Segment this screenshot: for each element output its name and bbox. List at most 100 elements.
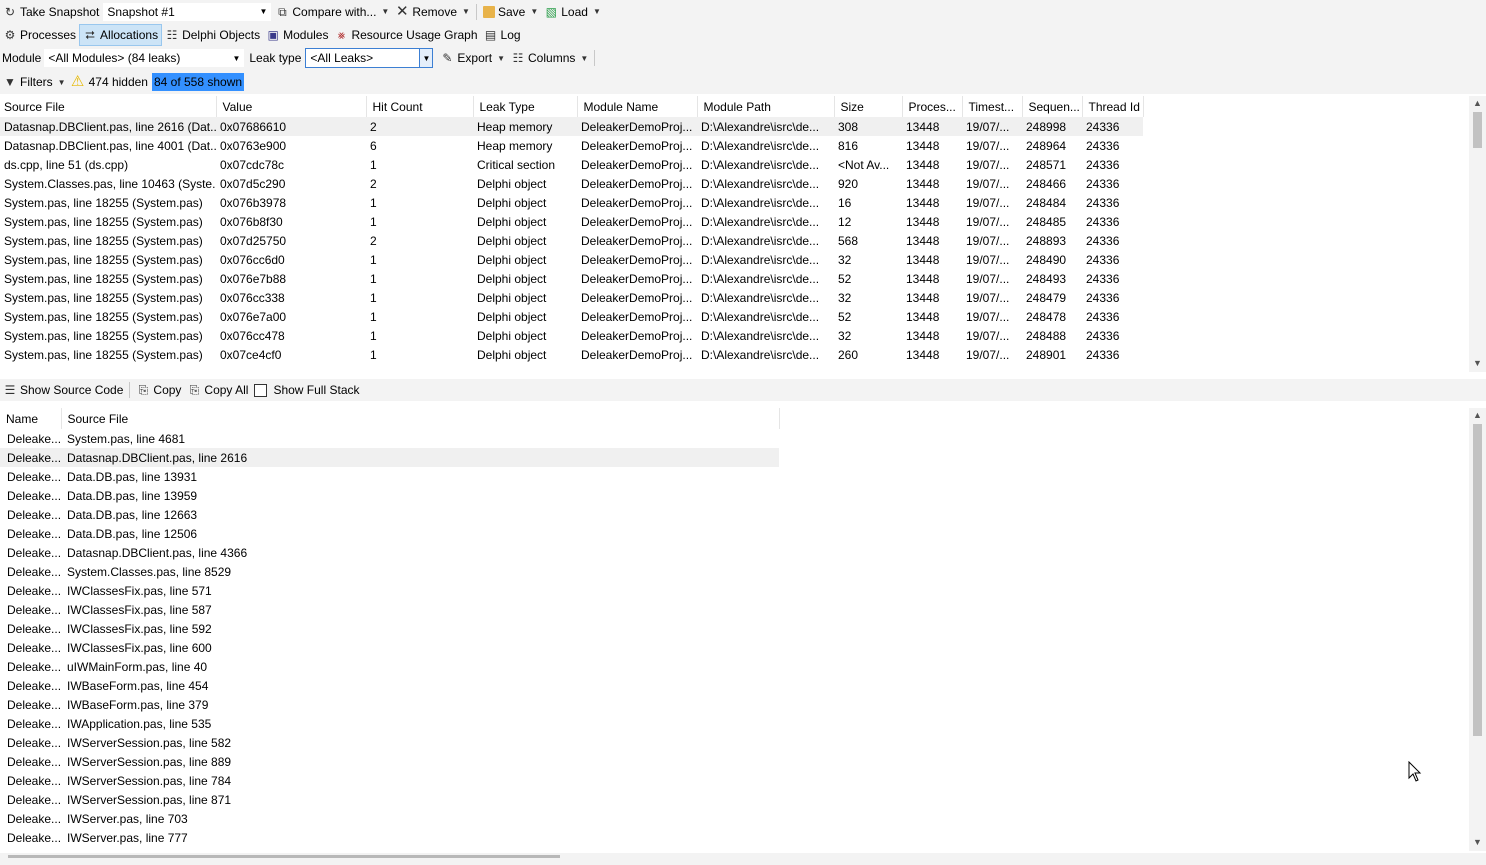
table-row[interactable]: Datasnap.DBClient.pas, line 2616 (Dat...… [0, 117, 1143, 136]
columns-label: Columns [528, 51, 576, 65]
scrollbar-thumb[interactable] [1473, 424, 1482, 736]
column-header-timestamp[interactable]: Timest... [962, 96, 1023, 117]
table-row[interactable]: System.pas, line 18255 (System.pas) 0x07c… [0, 345, 1143, 364]
table-row[interactable]: System.pas, line 18255 (System.pas) 0x07d… [0, 231, 1143, 250]
leaks-scrollbar[interactable]: ▲ ▼ [1469, 96, 1486, 372]
list-item[interactable]: Deleake... IWClassesFix.pas, line 592 [0, 619, 779, 638]
remove-button[interactable]: ✕ Remove ▼ [392, 2, 473, 22]
stack-scrollbar[interactable]: ▲ ▼ [1469, 408, 1486, 851]
save-button[interactable]: Save ▼ [480, 2, 541, 22]
tab-log[interactable]: ▤ Log [481, 25, 524, 45]
scrollbar-thumb[interactable] [1473, 112, 1482, 148]
list-item[interactable]: Deleake... Datasnap.DBClient.pas, line 26… [0, 448, 779, 467]
take-snapshot-button[interactable]: ↻ Take Snapshot [0, 2, 102, 22]
horizontal-scrollbar[interactable] [0, 853, 1486, 865]
table-cell: 24336 [1086, 233, 1120, 248]
stack-frame-name: Deleake... [7, 754, 61, 769]
column-header-source-file[interactable]: Source File [61, 408, 780, 429]
column-header-value[interactable]: Value [216, 96, 367, 117]
list-item[interactable]: Deleake... Data.DB.pas, line 13959 [0, 486, 779, 505]
show-source-code-button[interactable]: ☰ Show Source Code [0, 380, 126, 400]
column-header-module-name[interactable]: Module Name [577, 96, 698, 117]
table-cell: DeleakerDemoProj... [581, 157, 693, 172]
table-row[interactable]: System.pas, line 18255 (System.pas) 0x076… [0, 307, 1143, 326]
column-header-source-file[interactable]: Source File [0, 96, 217, 117]
snapshot-select[interactable]: Snapshot #1 ▼ [102, 1, 273, 22]
scroll-down-icon[interactable]: ▼ [1469, 837, 1486, 851]
columns-button[interactable]: ☷ Columns ▼ [508, 48, 591, 68]
scroll-up-icon[interactable]: ▲ [1469, 98, 1486, 112]
column-header-leak-type[interactable]: Leak Type [473, 96, 578, 117]
list-item[interactable]: Deleake... System.pas, line 4681 [0, 429, 779, 448]
copy-all-button[interactable]: ⎘ Copy All [184, 380, 251, 400]
table-row[interactable]: System.Classes.pas, line 10463 (Syste...… [0, 174, 1143, 193]
copy-button[interactable]: ⎘ Copy [133, 380, 184, 400]
list-item[interactable]: Deleake... IWServer.pas, line 777 [0, 828, 779, 847]
list-item[interactable]: Deleake... Datasnap.DBClient.pas, line 43… [0, 543, 779, 562]
column-header-size[interactable]: Size [834, 96, 903, 117]
table-cell: 19/07/... [966, 290, 1010, 305]
column-header-process[interactable]: Proces... [902, 96, 963, 117]
list-item[interactable]: Deleake... System.Classes.pas, line 8529 [0, 562, 779, 581]
list-item[interactable]: Deleake... Data.DB.pas, line 13931 [0, 467, 779, 486]
list-item[interactable]: Deleake... IWClassesFix.pas, line 571 [0, 581, 779, 600]
table-cell: 0x076e7b88 [220, 271, 287, 286]
table-cell: D:\Alexandre\isrc\de... [701, 290, 820, 305]
list-item[interactable]: Deleake... IWServer.pas, line 703 [0, 809, 779, 828]
list-item[interactable]: Deleake... IWBaseForm.pas, line 454 [0, 676, 779, 695]
tab-delphi-objects[interactable]: ☷ Delphi Objects [162, 25, 263, 45]
list-item[interactable]: Deleake... IWClassesFix.pas, line 587 [0, 600, 779, 619]
list-item[interactable]: Deleake... IWServerSession.pas, line 889 [0, 752, 779, 771]
tab-modules[interactable]: ▣ Modules [263, 25, 331, 45]
table-cell: Delphi object [477, 290, 547, 305]
list-item[interactable]: Deleake... IWServerSession.pas, line 582 [0, 733, 779, 752]
list-item[interactable]: Deleake... IWBaseForm.pas, line 379 [0, 695, 779, 714]
table-row[interactable]: System.pas, line 18255 (System.pas) 0x076… [0, 288, 1143, 307]
show-full-stack-checkbox[interactable] [254, 383, 268, 397]
scroll-up-icon[interactable]: ▲ [1469, 410, 1486, 424]
column-header-name[interactable]: Name [0, 408, 62, 429]
table-row[interactable]: ds.cpp, line 51 (ds.cpp) 0x07cdc78c 1 Criti… [0, 155, 1143, 174]
compare-with-label: Compare with... [292, 4, 377, 19]
list-item[interactable]: Deleake... IWServerSession.pas, line 871 [0, 790, 779, 809]
list-item[interactable]: Deleake... Data.DB.pas, line 12663 [0, 505, 779, 524]
table-row[interactable]: System.pas, line 18255 (System.pas) 0x076… [0, 269, 1143, 288]
load-button[interactable]: ▧ Load ▼ [541, 2, 604, 22]
table-cell: 0x0763e900 [220, 138, 287, 153]
scroll-down-icon[interactable]: ▼ [1469, 358, 1486, 372]
table-header-row: Source File Value Hit Count Leak Type Mo… [0, 96, 1144, 117]
table-cell: D:\Alexandre\isrc\de... [701, 214, 820, 229]
table-cell: 308 [834, 117, 902, 136]
column-header-module-path[interactable]: Module Path [697, 96, 835, 117]
list-item[interactable]: Deleake... IWApplication.pas, line 535 [0, 714, 779, 733]
column-header-thread-id[interactable]: Thread Id [1082, 96, 1144, 117]
table-row[interactable]: System.pas, line 18255 (System.pas) 0x076… [0, 250, 1143, 269]
leak-type-select[interactable]: <All Leaks> ▼ [305, 48, 434, 68]
list-item[interactable]: Deleake... uIWMainForm.pas, line 40 [0, 657, 779, 676]
table-cell: DeleakerDemoProj... [581, 309, 693, 324]
compare-with-button[interactable]: ⧉ Compare with... ▼ [272, 2, 392, 22]
module-select[interactable]: <All Modules> (84 leaks) ▼ [43, 48, 246, 68]
scrollbar-thumb[interactable] [8, 855, 560, 858]
tab-processes[interactable]: ⚙ Processes [0, 25, 79, 45]
tab-resource-usage-graph[interactable]: ⨳ Resource Usage Graph [331, 25, 480, 45]
tab-allocations[interactable]: ⮂ Allocations [79, 23, 163, 46]
show-full-stack-toggle[interactable]: Show Full Stack [251, 380, 362, 400]
column-header-hit-count[interactable]: Hit Count [366, 96, 474, 117]
table-cell: 6 [370, 138, 377, 153]
list-item[interactable]: Deleake... IWServerSession.pas, line 784 [0, 771, 779, 790]
stack-frame-source: IWClassesFix.pas, line 587 [67, 602, 212, 617]
table-cell: 248479 [1026, 290, 1067, 305]
export-button[interactable]: ✎ Export ▼ [437, 48, 508, 68]
table-row[interactable]: System.pas, line 18255 (System.pas) 0x076… [0, 193, 1143, 212]
table-cell: 13448 [902, 117, 962, 136]
list-item[interactable]: Deleake... IWClassesFix.pas, line 600 [0, 638, 779, 657]
table-row[interactable]: System.pas, line 18255 (System.pas) 0x076… [0, 326, 1143, 345]
copy-all-label: Copy All [204, 383, 249, 397]
list-item[interactable]: Deleake... Data.DB.pas, line 12506 [0, 524, 779, 543]
table-row[interactable]: System.pas, line 18255 (System.pas) 0x076… [0, 212, 1143, 231]
filters-button[interactable]: ▼ Filters ▼ [0, 72, 69, 92]
column-header-sequence[interactable]: Sequen... [1022, 96, 1083, 117]
table-row[interactable]: Datasnap.DBClient.pas, line 4001 (Dat...… [0, 136, 1143, 155]
table-cell: 0x076cc6d0 [220, 252, 285, 267]
